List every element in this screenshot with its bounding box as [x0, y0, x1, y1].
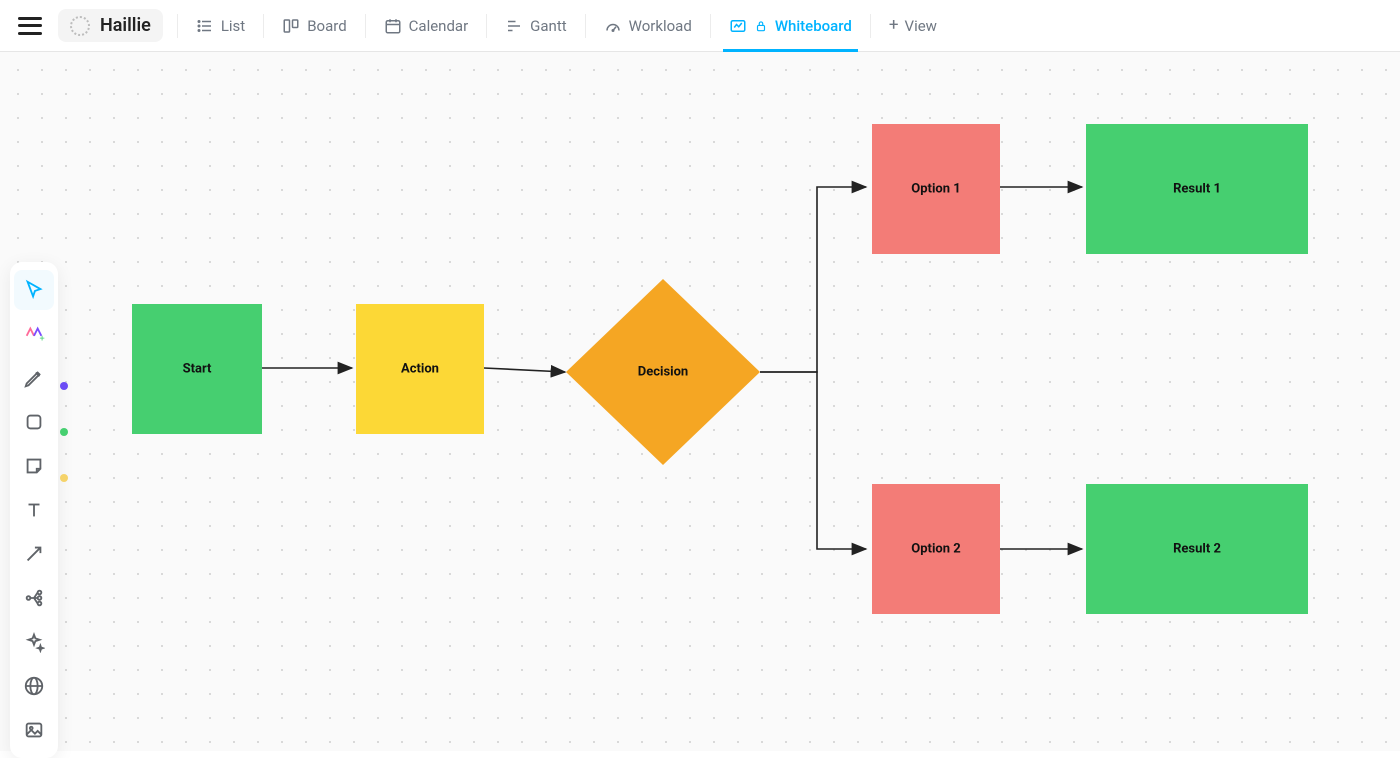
- tab-workload[interactable]: Workload: [594, 0, 702, 51]
- tab-list-label: List: [221, 17, 245, 35]
- flowchart-svg: Start Action Decision Option 1 Option 2 …: [0, 52, 1400, 751]
- edge-action-decision[interactable]: [484, 368, 565, 372]
- tab-board-label: Board: [307, 17, 346, 35]
- node-decision[interactable]: Decision: [566, 279, 760, 465]
- list-icon: [196, 17, 214, 35]
- node-result1[interactable]: Result 1: [1086, 124, 1308, 254]
- tab-calendar[interactable]: Calendar: [374, 0, 479, 51]
- board-icon: [282, 17, 300, 35]
- calendar-icon: [384, 17, 402, 35]
- node-start[interactable]: Start: [132, 304, 262, 434]
- node-result2[interactable]: Result 2: [1086, 484, 1308, 614]
- node-action[interactable]: Action: [356, 304, 484, 434]
- project-status-icon: [70, 16, 90, 36]
- plus-icon: +: [889, 17, 899, 34]
- node-option2[interactable]: Option 2: [872, 484, 1000, 614]
- top-bar: Haillie List Board Calendar Gantt Worklo…: [0, 0, 1400, 52]
- tab-calendar-label: Calendar: [409, 17, 469, 35]
- menu-toggle-button[interactable]: [18, 17, 42, 35]
- project-name: Haillie: [100, 15, 151, 36]
- tab-gantt[interactable]: Gantt: [495, 0, 576, 51]
- gantt-icon: [505, 17, 523, 35]
- node-option1[interactable]: Option 1: [872, 124, 1000, 254]
- node-option2-label: Option 2: [911, 541, 960, 556]
- edge-decision-option1[interactable]: [760, 187, 866, 372]
- whiteboard-canvas[interactable]: +: [0, 52, 1400, 751]
- add-view-label: View: [905, 17, 937, 35]
- node-option1-label: Option 1: [911, 181, 960, 196]
- tab-workload-label: Workload: [629, 17, 692, 35]
- view-tabs: List Board Calendar Gantt Workload White…: [169, 0, 947, 51]
- project-chip[interactable]: Haillie: [58, 9, 163, 42]
- node-decision-label: Decision: [638, 364, 688, 379]
- add-view-button[interactable]: + View: [879, 17, 947, 35]
- node-result1-label: Result 1: [1173, 181, 1221, 196]
- tab-whiteboard[interactable]: Whiteboard: [719, 0, 862, 51]
- node-result2-label: Result 2: [1173, 541, 1221, 556]
- tab-board[interactable]: Board: [272, 0, 356, 51]
- whiteboard-icon: [729, 17, 747, 35]
- lock-icon: [754, 19, 768, 33]
- edge-decision-option2[interactable]: [760, 372, 866, 549]
- tab-list[interactable]: List: [186, 0, 255, 51]
- tab-gantt-label: Gantt: [530, 17, 566, 35]
- node-action-label: Action: [401, 361, 439, 376]
- tab-whiteboard-label: Whiteboard: [775, 17, 852, 35]
- node-start-label: Start: [183, 361, 212, 376]
- workload-icon: [604, 17, 622, 35]
